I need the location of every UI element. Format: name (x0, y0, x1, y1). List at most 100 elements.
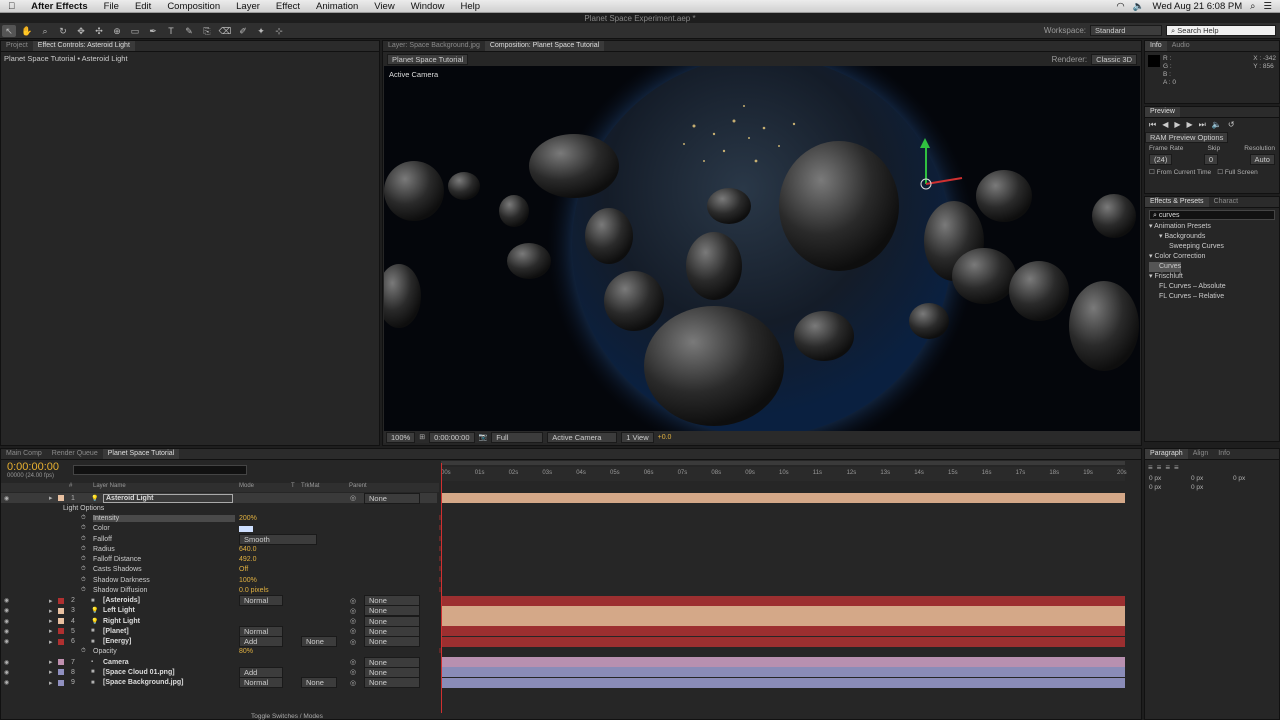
layer-duration-bar[interactable] (441, 657, 1125, 667)
layer-name[interactable]: Left Light (103, 607, 135, 614)
expand-twirl-icon[interactable]: ▸ (49, 494, 53, 502)
magnification-select[interactable]: 100% (386, 431, 416, 443)
menu-window[interactable]: Window (403, 1, 453, 12)
layer-duration-bar[interactable] (441, 493, 1125, 503)
frame-rate-select[interactable]: (24) (1149, 154, 1173, 165)
indent-left[interactable]: 0 px (1149, 475, 1191, 482)
property-value[interactable]: 100% (239, 577, 257, 584)
tab-project[interactable]: Project (1, 41, 33, 51)
visibility-eye-icon[interactable]: ◉ (4, 669, 9, 676)
pen-tool-icon[interactable]: ✒ (146, 25, 160, 37)
indent-right[interactable]: 0 px (1191, 475, 1233, 482)
property-row[interactable]: ⏱ Opacity 80% I (1, 647, 441, 657)
blend-mode-select[interactable]: Add (239, 636, 283, 647)
ram-preview-options[interactable]: RAM Preview Options (1145, 132, 1229, 143)
label-color[interactable] (58, 607, 64, 614)
property-value[interactable]: 200% (239, 515, 257, 522)
tab-layer-space-background[interactable]: Layer: Space Background.jpg (383, 41, 485, 51)
effects-tree-item[interactable]: ▾ Frischluft (1149, 272, 1275, 282)
view-layout-select[interactable]: 1 View (621, 431, 654, 443)
blend-mode-select[interactable]: Normal (239, 677, 283, 688)
justify-icon[interactable]: ≡ (1174, 463, 1179, 472)
type-tool-icon[interactable]: T (164, 25, 178, 37)
menu-help[interactable]: Help (452, 1, 488, 12)
rotate-tool-icon[interactable]: ↻ (56, 25, 70, 37)
label-color[interactable] (58, 628, 64, 635)
effects-tree-item[interactable]: FL Curves – Relative (1149, 292, 1275, 302)
snapshot-icon[interactable]: 📷 (479, 433, 488, 441)
tab-composition[interactable]: Composition: Planet Space Tutorial (484, 41, 605, 51)
layer-duration-bar[interactable] (441, 667, 1125, 678)
menu-effect[interactable]: Effect (268, 1, 308, 12)
tab-effect-controls[interactable]: Effect Controls: Asteroid Light (32, 41, 135, 51)
expand-twirl-icon[interactable]: ▸ (49, 658, 53, 666)
axis-mode-icon[interactable]: ⊹ (272, 25, 286, 37)
tab-planet-space-tutorial[interactable]: Planet Space Tutorial (102, 449, 180, 459)
menu-animation[interactable]: Animation (308, 1, 366, 12)
effects-tree-item[interactable]: ▾ Color Correction (1149, 252, 1275, 262)
last-frame-icon[interactable]: ⏭ (1199, 120, 1206, 130)
track-matte-select[interactable]: None (301, 636, 337, 647)
stopwatch-icon[interactable]: ⏱ (81, 536, 86, 543)
layer-row[interactable]: ◉ ▸ 2 ■ [Asteroids] Normal ◎ None (1, 595, 437, 606)
property-value[interactable]: 492.0 (239, 556, 257, 563)
property-row[interactable]: ⏱ Falloff Smooth I (1, 533, 441, 545)
label-color[interactable] (58, 597, 64, 604)
blend-mode-select[interactable]: Normal (239, 595, 283, 606)
property-value[interactable]: Off (239, 566, 248, 573)
layer-row[interactable]: ◉ ▸ 8 ■ [Space Cloud 01.png] Add ◎ None (1, 666, 437, 678)
expand-twirl-icon[interactable]: ▸ (49, 617, 53, 625)
stopwatch-icon[interactable]: ⏱ (81, 587, 86, 594)
property-group-name[interactable]: Light Options (63, 505, 104, 512)
safe-margins-icon[interactable]: ⊞ (419, 433, 425, 441)
layer-duration-bar[interactable] (441, 626, 1125, 637)
stopwatch-icon[interactable]: ⏱ (81, 515, 86, 522)
layer-row[interactable]: ◉ ▸ 6 ■ [Energy] Add None ◎ None (1, 636, 437, 647)
stopwatch-icon[interactable]: ⏱ (81, 525, 86, 532)
comp-name-button[interactable]: Planet Space Tutorial (387, 53, 469, 65)
eraser-tool-icon[interactable]: ⌫ (218, 25, 232, 37)
tab-preview[interactable]: Preview (1145, 107, 1180, 117)
work-area-bar[interactable] (441, 461, 1125, 465)
property-group-row[interactable]: Light Options (1, 503, 437, 513)
visibility-eye-icon[interactable]: ◉ (4, 638, 9, 645)
parent-pickwhip-icon[interactable]: ◎ (350, 617, 356, 625)
mask-tool-icon[interactable]: ▭ (128, 25, 142, 37)
layer-duration-bar[interactable] (441, 616, 1125, 626)
layer-name[interactable]: [Planet] (103, 628, 129, 635)
property-value[interactable]: 80% (239, 648, 253, 655)
menu-composition[interactable]: Composition (159, 1, 228, 12)
layer-row[interactable]: ◉ ▸ 1 💡 Asteroid Light ◎ None (1, 492, 437, 504)
spotlight-icon[interactable]: ⌕ (1250, 1, 1255, 12)
parent-pickwhip-icon[interactable]: ◎ (350, 679, 356, 687)
mute-icon[interactable]: 🔈 (1212, 120, 1222, 130)
pan-behind-icon[interactable]: ⊕ (110, 25, 124, 37)
label-color[interactable] (58, 659, 64, 665)
tab-main-comp[interactable]: Main Comp (1, 449, 47, 459)
tab-effects-presets[interactable]: Effects & Presets (1145, 197, 1209, 207)
property-row[interactable]: ⏱ Shadow Diffusion 0.0 pixels I (1, 585, 441, 595)
stopwatch-icon[interactable]: ⏱ (81, 648, 86, 655)
layer-row[interactable]: ◉ ▸ 4 💡 Right Light ◎ None (1, 615, 437, 627)
parent-select[interactable]: None (364, 636, 420, 647)
space-before[interactable]: 0 px (1149, 484, 1191, 491)
visibility-eye-icon[interactable]: ◉ (4, 597, 9, 604)
current-time[interactable]: 0:00:00:00 (7, 461, 59, 473)
layer-name[interactable]: Asteroid Light (103, 493, 233, 503)
layer-name[interactable]: Right Light (103, 618, 140, 625)
layer-duration-bar[interactable] (441, 636, 1125, 647)
track-xy-icon[interactable]: ✣ (92, 25, 106, 37)
property-value[interactable]: 640.0 (239, 546, 257, 553)
resolution-select[interactable]: Auto (1249, 154, 1275, 165)
label-color[interactable] (58, 679, 64, 686)
layer-name[interactable]: [Energy] (103, 638, 131, 645)
tab-render-queue[interactable]: Render Queue (47, 449, 103, 459)
layer-row[interactable]: ◉ ▸ 9 ■ [Space Background.jpg] Normal None ◎ Non… (1, 677, 437, 688)
tab-info-2[interactable]: Info (1213, 449, 1235, 459)
expand-twirl-icon[interactable]: ▸ (49, 627, 53, 635)
stopwatch-icon[interactable]: ⏱ (81, 577, 86, 584)
search-help-input[interactable]: ⌕ Search Help (1166, 25, 1276, 36)
align-center-icon[interactable]: ≡ (1157, 463, 1162, 472)
parent-pickwhip-icon[interactable]: ◎ (350, 668, 356, 676)
visibility-eye-icon[interactable]: ◉ (4, 495, 9, 502)
